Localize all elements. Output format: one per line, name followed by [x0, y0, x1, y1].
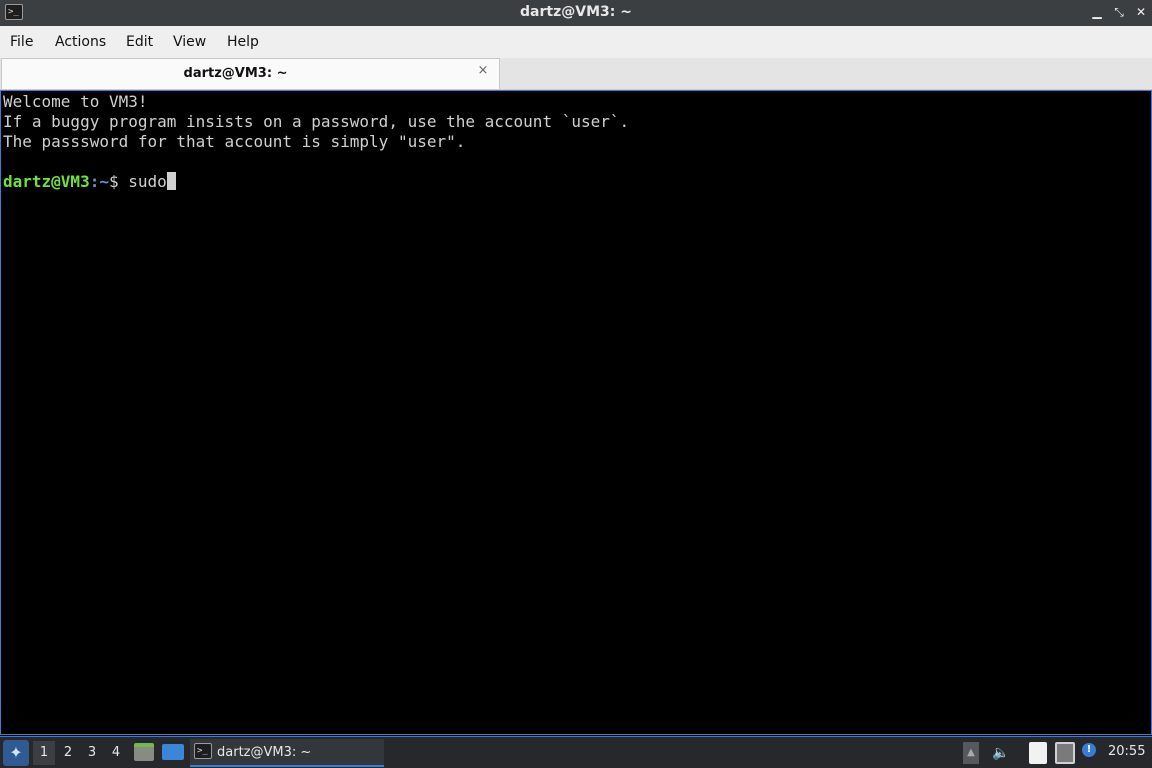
notification-icon[interactable]: ! [1082, 742, 1098, 764]
clipboard-icon[interactable] [1029, 742, 1047, 764]
window-titlebar: >_ dartz@VM3: ~ ▁ ⤡ ✕ [0, 0, 1152, 26]
terminal-icon: >_ [194, 743, 212, 759]
menu-edit[interactable]: Edit [126, 34, 153, 50]
tray-expand-icon[interactable]: ▲ [963, 742, 979, 764]
prompt-separator: : [89, 172, 100, 191]
typed-command: sudo [128, 172, 167, 191]
tab-label: dartz@VM3: ~ [183, 66, 288, 81]
terminal-output[interactable]: Welcome to VM3! If a buggy program insis… [0, 90, 1152, 735]
desktop-2-button[interactable]: 2 [57, 741, 79, 765]
maximize-button[interactable]: ⤡ [1110, 3, 1128, 21]
terminal-line: If a buggy program insists on a password… [3, 112, 630, 131]
menu-bar: File Actions Edit View Help [0, 26, 1152, 58]
desktop-1-button[interactable]: 1 [33, 741, 55, 765]
notification-badge-icon: ! [1082, 743, 1096, 757]
taskbar-window-label: dartz@VM3: ~ [217, 745, 312, 760]
close-button[interactable]: ✕ [1132, 3, 1150, 21]
prompt-user-host: dartz@VM3 [3, 172, 90, 191]
window-title: dartz@VM3: ~ [520, 4, 632, 20]
taskbar-window-button[interactable]: >_ dartz@VM3: ~ [190, 739, 384, 767]
terminal-line: Welcome to VM3! [3, 92, 148, 111]
terminal-tab[interactable]: dartz@VM3: ~ × [1, 58, 500, 89]
prompt-line: dartz@VM3:~$ sudo [3, 172, 176, 192]
menu-file[interactable]: File [10, 34, 33, 50]
prompt-path: ~ [99, 172, 109, 191]
desktop-3-button[interactable]: 3 [81, 741, 103, 765]
terminal-line: The passsword for that account is simply… [3, 132, 466, 151]
network-icon[interactable] [1055, 742, 1075, 764]
menu-actions[interactable]: Actions [55, 34, 106, 50]
tab-bar: dartz@VM3: ~ × [0, 58, 1152, 90]
menu-help[interactable]: Help [227, 34, 259, 50]
taskbar: ✦ 1 2 3 4 >_ dartz@VM3: ~ ▲ 🔈 ! 20:55 [0, 736, 1152, 768]
minimize-button[interactable]: ▁ [1088, 3, 1106, 21]
volume-icon[interactable]: 🔈 [990, 742, 1012, 764]
text-cursor [166, 172, 176, 190]
desktop-4-button[interactable]: 4 [105, 741, 127, 765]
show-desktop-icon[interactable] [162, 744, 184, 760]
start-menu-button[interactable]: ✦ [3, 740, 29, 766]
prompt-symbol: $ [108, 172, 129, 191]
file-manager-icon[interactable] [134, 743, 154, 761]
tab-close-icon[interactable]: × [475, 63, 491, 79]
clock[interactable]: 20:55 [1108, 744, 1145, 759]
menu-view[interactable]: View [173, 34, 206, 50]
